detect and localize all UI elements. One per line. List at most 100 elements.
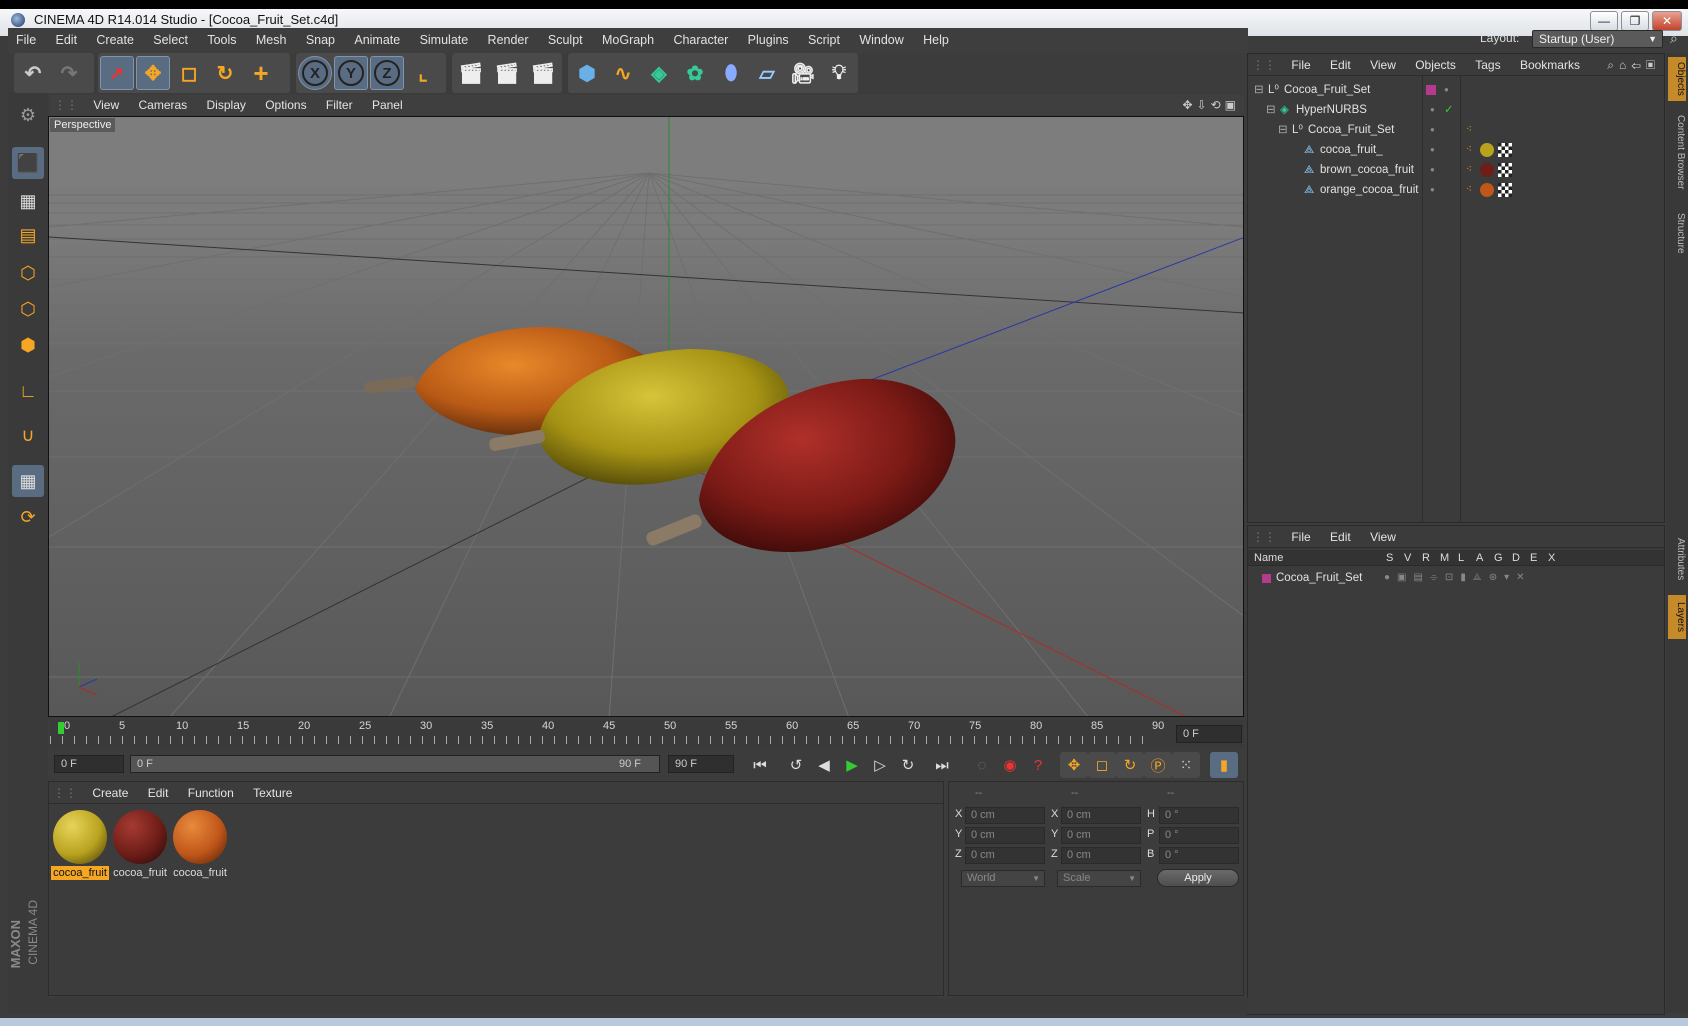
- go-to-end-button[interactable]: ⏭: [928, 752, 956, 778]
- layer-color-swatch[interactable]: [1262, 574, 1271, 583]
- menu-create[interactable]: Create: [88, 28, 142, 53]
- coordinate-mode-select[interactable]: World ▼: [961, 870, 1045, 887]
- autokeying-button[interactable]: ?: [1024, 752, 1052, 778]
- viewport-menu-cameras[interactable]: Cameras: [130, 95, 195, 115]
- redo-button[interactable]: ↷: [52, 56, 86, 90]
- object-menu-tags[interactable]: Tags: [1467, 54, 1508, 76]
- object-row[interactable]: ⟁ brown_cocoa_fruit ● ⁖: [1248, 160, 1664, 180]
- floor-button[interactable]: ▱: [750, 56, 784, 90]
- snap-button[interactable]: ∪: [12, 419, 44, 451]
- add-object-button[interactable]: +: [244, 56, 278, 90]
- visibility-dots-icon[interactable]: ●: [1444, 80, 1449, 100]
- viewport-menu-options[interactable]: Options: [257, 95, 314, 115]
- tab-layers[interactable]: Layers: [1668, 595, 1686, 639]
- key-pla-button[interactable]: ⁙: [1172, 752, 1200, 778]
- workplane-lock-button[interactable]: ▦: [12, 465, 44, 497]
- cube-object-button[interactable]: ⬢: [570, 56, 604, 90]
- object-row[interactable]: ⊟ L⁰ Cocoa_Fruit_Set ●: [1248, 80, 1664, 100]
- key-rotation-button[interactable]: ↻: [1116, 752, 1144, 778]
- viewport-menu-display[interactable]: Display: [199, 95, 254, 115]
- phong-tag-icon[interactable]: ⁖: [1466, 160, 1472, 180]
- visibility-dot-icon[interactable]: ●: [1430, 140, 1435, 160]
- object-row[interactable]: ⊟ ◈ HyperNURBS ● ✓: [1248, 100, 1664, 120]
- x-axis-lock-button[interactable]: X: [298, 56, 332, 90]
- material-swatch[interactable]: cocoa_fruit: [171, 808, 229, 879]
- material-swatch[interactable]: cocoa_fruit: [51, 808, 109, 880]
- size-x-field[interactable]: 0 cm: [1061, 807, 1141, 824]
- layer-menu-edit[interactable]: Edit: [1322, 526, 1359, 548]
- object-manager-nav-icons[interactable]: ⌕⌂⇦▣: [1607, 54, 1660, 76]
- key-scale-button[interactable]: ◻: [1088, 752, 1116, 778]
- menu-select[interactable]: Select: [145, 28, 196, 53]
- uvw-tag-icon[interactable]: [1498, 143, 1512, 157]
- array-button[interactable]: ✿: [678, 56, 712, 90]
- end-frame-field[interactable]: 90 F: [668, 755, 734, 773]
- spline-button[interactable]: ∿: [606, 56, 640, 90]
- make-editable-button[interactable]: ⚙: [12, 99, 44, 131]
- menu-sculpt[interactable]: Sculpt: [540, 28, 591, 53]
- light-button[interactable]: 💡︎: [822, 56, 856, 90]
- collapse-icon[interactable]: ⊟: [1278, 120, 1288, 140]
- previous-keyframe-button[interactable]: ↺: [782, 752, 810, 778]
- menu-character[interactable]: Character: [665, 28, 736, 53]
- restore-button[interactable]: ❐: [1621, 11, 1649, 31]
- menu-animate[interactable]: Animate: [346, 28, 408, 53]
- viewport-menu-panel[interactable]: Panel: [364, 95, 411, 115]
- close-button[interactable]: ✕: [1652, 11, 1682, 31]
- go-to-start-button[interactable]: ⏮: [746, 752, 774, 778]
- position-z-field[interactable]: 0 cm: [965, 847, 1045, 864]
- visibility-dot-icon[interactable]: ●: [1430, 180, 1435, 200]
- phong-tag-icon[interactable]: ⁖: [1466, 140, 1472, 160]
- collapse-icon[interactable]: ⊟: [1254, 80, 1264, 100]
- size-mode-select[interactable]: Scale ▼: [1057, 870, 1141, 887]
- frame-range-slider[interactable]: 0 F 90 F: [130, 755, 660, 773]
- tab-content-browser[interactable]: Content Browser: [1668, 107, 1686, 197]
- menu-mograph[interactable]: MoGraph: [594, 28, 662, 53]
- planar-workplane-button[interactable]: ⟳: [12, 501, 44, 533]
- enabled-check-icon[interactable]: ✓: [1444, 100, 1454, 120]
- start-frame-field[interactable]: 0 F: [54, 755, 124, 773]
- object-menu-objects[interactable]: Objects: [1407, 54, 1464, 76]
- tab-objects[interactable]: Objects: [1668, 57, 1686, 101]
- menu-tools[interactable]: Tools: [199, 28, 244, 53]
- object-menu-edit[interactable]: Edit: [1322, 54, 1359, 76]
- visibility-dot-icon[interactable]: ●: [1430, 100, 1435, 120]
- key-position-button[interactable]: ✥: [1060, 752, 1088, 778]
- uvw-tag-icon[interactable]: [1498, 163, 1512, 177]
- render-view-button[interactable]: 🎬︎: [454, 56, 488, 90]
- size-y-field[interactable]: 0 cm: [1061, 827, 1141, 844]
- layer-row[interactable]: Cocoa_Fruit_Set ●▣▤⌯⊡▮⟁⊛▾✕: [1248, 568, 1664, 588]
- render-picture-viewer-button[interactable]: 🎬︎: [490, 56, 524, 90]
- next-keyframe-button[interactable]: ↻: [894, 752, 922, 778]
- position-x-field[interactable]: 0 cm: [965, 807, 1045, 824]
- menu-edit[interactable]: Edit: [48, 28, 86, 53]
- size-z-field[interactable]: 0 cm: [1061, 847, 1141, 864]
- y-axis-lock-button[interactable]: Y: [334, 56, 368, 90]
- object-menu-bookmarks[interactable]: Bookmarks: [1512, 54, 1588, 76]
- model-mode-button[interactable]: ⬛: [12, 147, 44, 179]
- polygons-mode-button[interactable]: ⬢: [12, 329, 44, 361]
- move-tool-button[interactable]: ✥: [136, 56, 170, 90]
- layer-menu-view[interactable]: View: [1362, 526, 1404, 548]
- visibility-dot-icon[interactable]: ●: [1430, 120, 1435, 140]
- collapse-icon[interactable]: ⊟: [1266, 100, 1276, 120]
- current-frame-field[interactable]: 0 F: [1176, 725, 1242, 743]
- phong-tag-icon[interactable]: ⁖: [1466, 180, 1472, 200]
- scale-tool-button[interactable]: ◻: [172, 56, 206, 90]
- menu-snap[interactable]: Snap: [298, 28, 343, 53]
- points-mode-button[interactable]: ⬡: [12, 257, 44, 289]
- menu-window[interactable]: Window: [851, 28, 911, 53]
- menu-file[interactable]: File: [8, 28, 44, 53]
- material-menu-texture[interactable]: Texture: [245, 782, 300, 804]
- uvw-tag-icon[interactable]: [1498, 183, 1512, 197]
- search-icon[interactable]: ⌕: [1670, 30, 1678, 47]
- position-y-field[interactable]: 0 cm: [965, 827, 1045, 844]
- menu-help[interactable]: Help: [915, 28, 957, 53]
- 3d-viewport[interactable]: [48, 116, 1244, 717]
- material-tag-icon[interactable]: [1480, 143, 1494, 157]
- object-menu-view[interactable]: View: [1362, 54, 1404, 76]
- tab-attributes[interactable]: Attributes: [1668, 529, 1686, 589]
- tab-structure[interactable]: Structure: [1668, 203, 1686, 263]
- axis-mode-button[interactable]: ∟: [12, 375, 44, 407]
- visibility-dot-icon[interactable]: ●: [1430, 160, 1435, 180]
